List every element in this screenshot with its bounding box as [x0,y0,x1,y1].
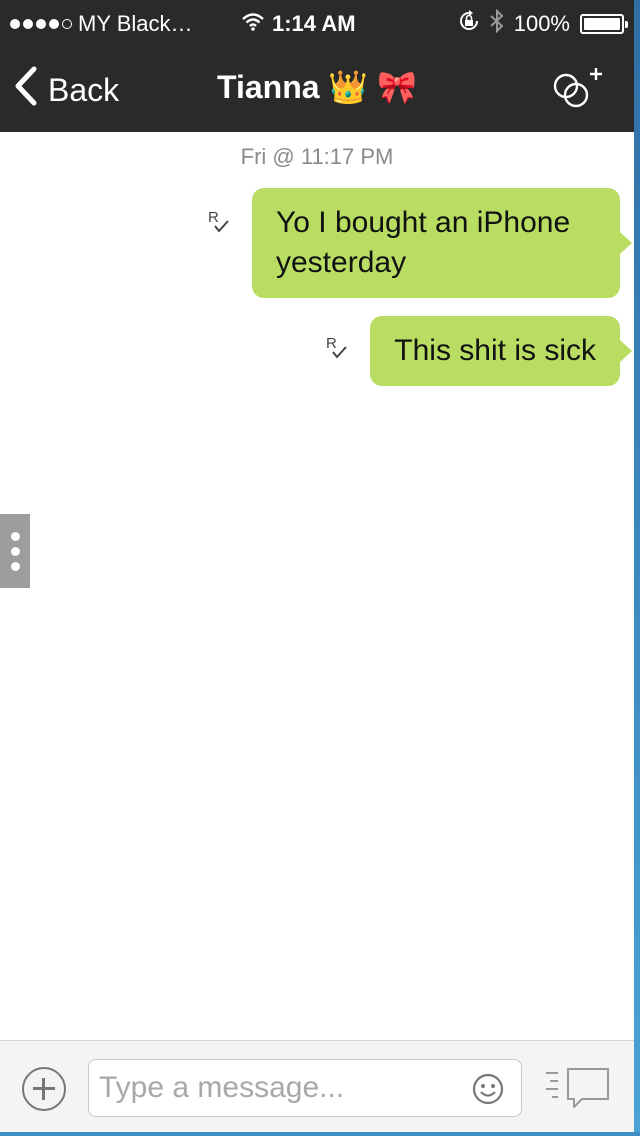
side-menu-handle[interactable] [0,514,30,588]
message-text-line: yesterday [276,246,407,279]
message-row: R Yo I bought an iPhone yesterday [208,188,620,298]
read-receipt-letter: R [326,335,337,352]
message-bubble[interactable]: Yo I bought an iPhone yesterday [252,188,620,298]
orientation-lock-icon [458,10,480,38]
plus-icon[interactable] [22,1067,66,1111]
frame-edge-right [634,0,640,1136]
message-text-line: This shit is sick [394,334,596,367]
chat-title: Tianna 👑 🎀 [216,69,417,105]
status-time: 1:14 AM [272,11,356,36]
conversation-timestamp: Fri @ 11:17 PM [240,144,394,169]
send-icon[interactable] [544,1065,614,1113]
battery-icon [580,14,628,34]
message-text-line: Yo I bought an iPhone [276,206,571,239]
nav-bar: Back Tianna 👑 🎀 [0,48,634,132]
status-right-group: 100% [458,8,628,39]
frame-edge-bottom [0,1132,640,1136]
message-composer [0,1040,634,1132]
message-row: R This shit is sick [326,316,620,386]
carrier-name: MY Black… [78,11,193,36]
bluetooth-icon [490,8,504,39]
battery-percent: 100% [513,11,570,36]
wifi-icon [242,11,264,37]
carrier-info: MY Black… [10,11,242,37]
signal-strength-icon [10,19,72,29]
read-receipt-icon: R [326,334,350,362]
read-receipt-letter: R [208,209,219,226]
emoji-icon[interactable] [472,1073,504,1105]
message-bubble[interactable]: This shit is sick [370,316,620,386]
add-group-icon[interactable] [542,62,606,118]
message-input[interactable] [88,1059,522,1117]
read-receipt-icon: R [208,208,232,236]
status-bar: MY Black… 1:14 AM 100% [0,0,634,48]
status-time-group: 1:14 AM [242,11,356,37]
